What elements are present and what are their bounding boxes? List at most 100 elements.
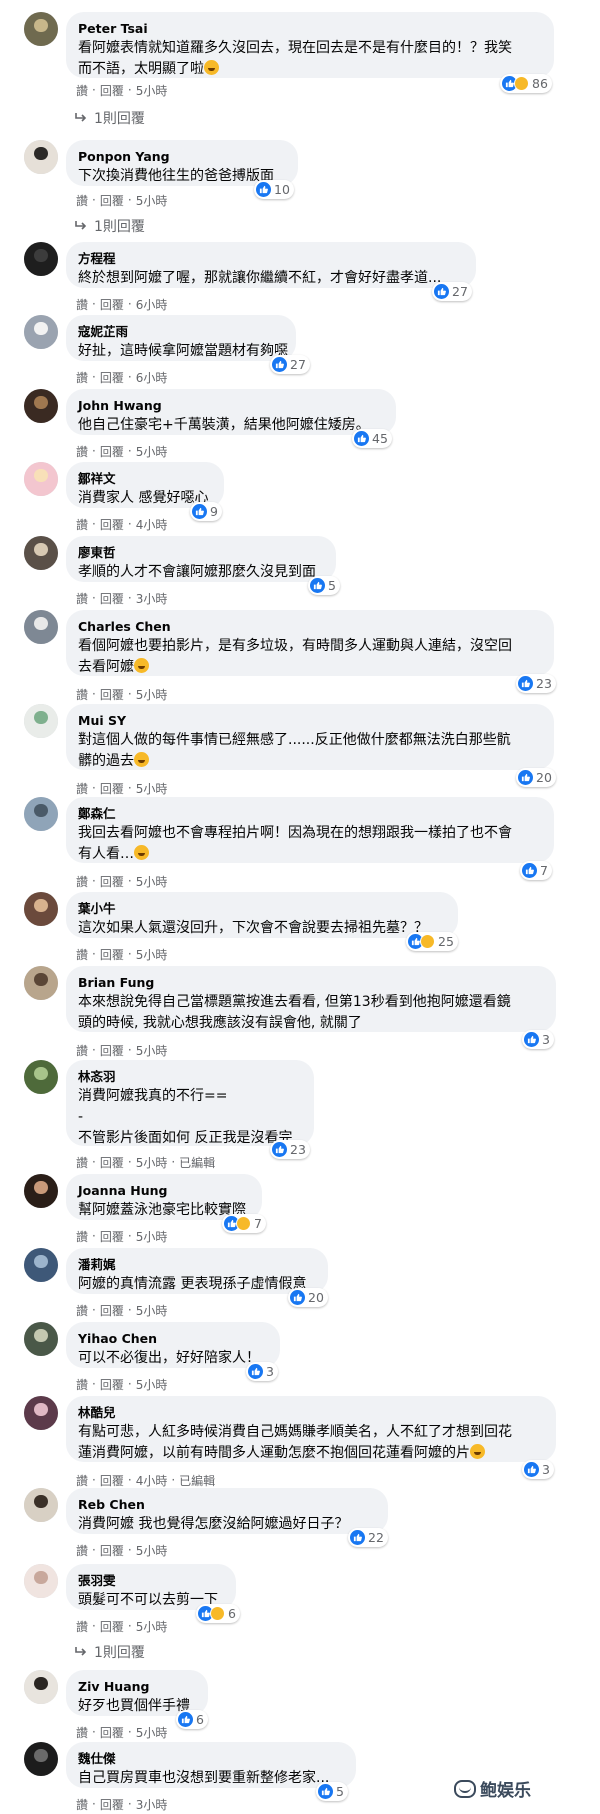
like-link[interactable]: 讚 xyxy=(76,1228,88,1245)
reaction-count[interactable]: 27 xyxy=(270,355,310,374)
avatar[interactable] xyxy=(24,610,58,644)
reply-link[interactable]: 回覆 xyxy=(100,1154,124,1171)
like-link[interactable]: 讚 xyxy=(76,780,88,797)
reply-link[interactable]: 回覆 xyxy=(100,1228,124,1245)
avatar[interactable] xyxy=(24,1174,58,1208)
reply-link[interactable]: 回覆 xyxy=(100,192,124,209)
reaction-count[interactable]: 5 xyxy=(308,576,340,595)
reply-link[interactable]: 回覆 xyxy=(100,946,124,963)
view-replies-link[interactable]: 1則回覆 xyxy=(74,216,145,236)
timestamp[interactable]: 4小時 xyxy=(136,516,168,533)
like-link[interactable]: 讚 xyxy=(76,1154,88,1171)
like-link[interactable]: 讚 xyxy=(76,590,88,607)
like-link[interactable]: 讚 xyxy=(76,1618,88,1635)
avatar[interactable] xyxy=(24,1248,58,1282)
timestamp[interactable]: 6小時 xyxy=(136,369,168,386)
commenter-name[interactable]: John Hwang xyxy=(78,398,382,414)
like-link[interactable]: 讚 xyxy=(76,443,88,460)
avatar[interactable] xyxy=(24,462,58,496)
reaction-count[interactable]: 22 xyxy=(348,1528,388,1547)
like-link[interactable]: 讚 xyxy=(76,1376,88,1393)
commenter-name[interactable]: 林忞羽 xyxy=(78,1069,300,1085)
avatar[interactable] xyxy=(24,704,58,738)
timestamp[interactable]: 5小時 xyxy=(136,946,168,963)
avatar[interactable] xyxy=(24,1742,58,1776)
like-link[interactable]: 讚 xyxy=(76,946,88,963)
reply-link[interactable]: 回覆 xyxy=(100,1796,124,1813)
avatar[interactable] xyxy=(24,1060,58,1094)
timestamp[interactable]: 5小時 xyxy=(136,1154,168,1171)
avatar[interactable] xyxy=(24,536,58,570)
timestamp[interactable]: 5小時 xyxy=(136,1542,168,1559)
avatar[interactable] xyxy=(24,1564,58,1598)
commenter-name[interactable]: Brian Fung xyxy=(78,975,542,991)
timestamp[interactable]: 5小時 xyxy=(136,1228,168,1245)
timestamp[interactable]: 5小時 xyxy=(136,192,168,209)
timestamp[interactable]: 3小時 xyxy=(136,1796,168,1813)
avatar[interactable] xyxy=(24,1322,58,1356)
reply-link[interactable]: 回覆 xyxy=(100,1724,124,1741)
commenter-name[interactable]: Charles Chen xyxy=(78,619,540,635)
reply-link[interactable]: 回覆 xyxy=(100,873,124,890)
avatar[interactable] xyxy=(24,140,58,174)
like-link[interactable]: 讚 xyxy=(76,1796,88,1813)
commenter-name[interactable]: 葉小牛 xyxy=(78,901,444,917)
commenter-name[interactable]: Yihao Chen xyxy=(78,1331,266,1347)
commenter-name[interactable]: 林酷兒 xyxy=(78,1405,542,1421)
commenter-name[interactable]: 鄭森仁 xyxy=(78,806,540,822)
commenter-name[interactable]: 廖東哲 xyxy=(78,545,322,561)
view-replies-link[interactable]: 1則回覆 xyxy=(74,1642,145,1662)
like-link[interactable]: 讚 xyxy=(76,873,88,890)
reaction-count[interactable]: 7 xyxy=(222,1214,266,1233)
commenter-name[interactable]: Reb Chen xyxy=(78,1497,374,1513)
like-link[interactable]: 讚 xyxy=(76,369,88,386)
reaction-count[interactable]: 9 xyxy=(190,502,222,521)
avatar[interactable] xyxy=(24,966,58,1000)
like-link[interactable]: 讚 xyxy=(76,516,88,533)
reply-link[interactable]: 回覆 xyxy=(100,82,124,99)
reaction-count[interactable]: 27 xyxy=(432,282,472,301)
reply-link[interactable]: 回覆 xyxy=(100,1472,124,1489)
commenter-name[interactable]: 寇妮芷雨 xyxy=(78,324,282,340)
commenter-name[interactable]: Joanna Hung xyxy=(78,1183,248,1199)
avatar[interactable] xyxy=(24,12,58,46)
reaction-count[interactable]: 45 xyxy=(352,429,392,448)
reaction-count[interactable]: 86 xyxy=(500,74,552,93)
avatar[interactable] xyxy=(24,315,58,349)
timestamp[interactable]: 5小時 xyxy=(136,780,168,797)
reaction-count[interactable]: 6 xyxy=(176,1710,208,1729)
timestamp[interactable]: 5小時 xyxy=(136,1042,168,1059)
like-link[interactable]: 讚 xyxy=(76,1542,88,1559)
timestamp[interactable]: 5小時 xyxy=(136,1376,168,1393)
commenter-name[interactable]: Ziv Huang xyxy=(78,1679,194,1695)
avatar[interactable] xyxy=(24,242,58,276)
timestamp[interactable]: 5小時 xyxy=(136,443,168,460)
reaction-count[interactable]: 20 xyxy=(288,1288,328,1307)
like-link[interactable]: 讚 xyxy=(76,1724,88,1741)
reply-link[interactable]: 回覆 xyxy=(100,296,124,313)
commenter-name[interactable]: 張羽雯 xyxy=(78,1573,222,1589)
timestamp[interactable]: 5小時 xyxy=(136,82,168,99)
commenter-name[interactable]: Peter Tsai xyxy=(78,21,540,37)
reaction-count[interactable]: 3 xyxy=(522,1460,554,1479)
like-link[interactable]: 讚 xyxy=(76,686,88,703)
reaction-count[interactable]: 23 xyxy=(516,674,556,693)
avatar[interactable] xyxy=(24,797,58,831)
reply-link[interactable]: 回覆 xyxy=(100,1302,124,1319)
like-link[interactable]: 讚 xyxy=(76,192,88,209)
reply-link[interactable]: 回覆 xyxy=(100,369,124,386)
like-link[interactable]: 讚 xyxy=(76,82,88,99)
avatar[interactable] xyxy=(24,1488,58,1522)
timestamp[interactable]: 5小時 xyxy=(136,873,168,890)
reaction-count[interactable]: 10 xyxy=(254,180,294,199)
reply-link[interactable]: 回覆 xyxy=(100,1042,124,1059)
avatar[interactable] xyxy=(24,389,58,423)
reply-link[interactable]: 回覆 xyxy=(100,1618,124,1635)
reaction-count[interactable]: 20 xyxy=(516,768,556,787)
view-replies-link[interactable]: 1則回覆 xyxy=(74,108,145,128)
like-link[interactable]: 讚 xyxy=(76,1302,88,1319)
commenter-name[interactable]: 魏仕傑 xyxy=(78,1751,342,1767)
commenter-name[interactable]: 方程程 xyxy=(78,251,462,267)
like-link[interactable]: 讚 xyxy=(76,1472,88,1489)
reaction-count[interactable]: 3 xyxy=(522,1030,554,1049)
